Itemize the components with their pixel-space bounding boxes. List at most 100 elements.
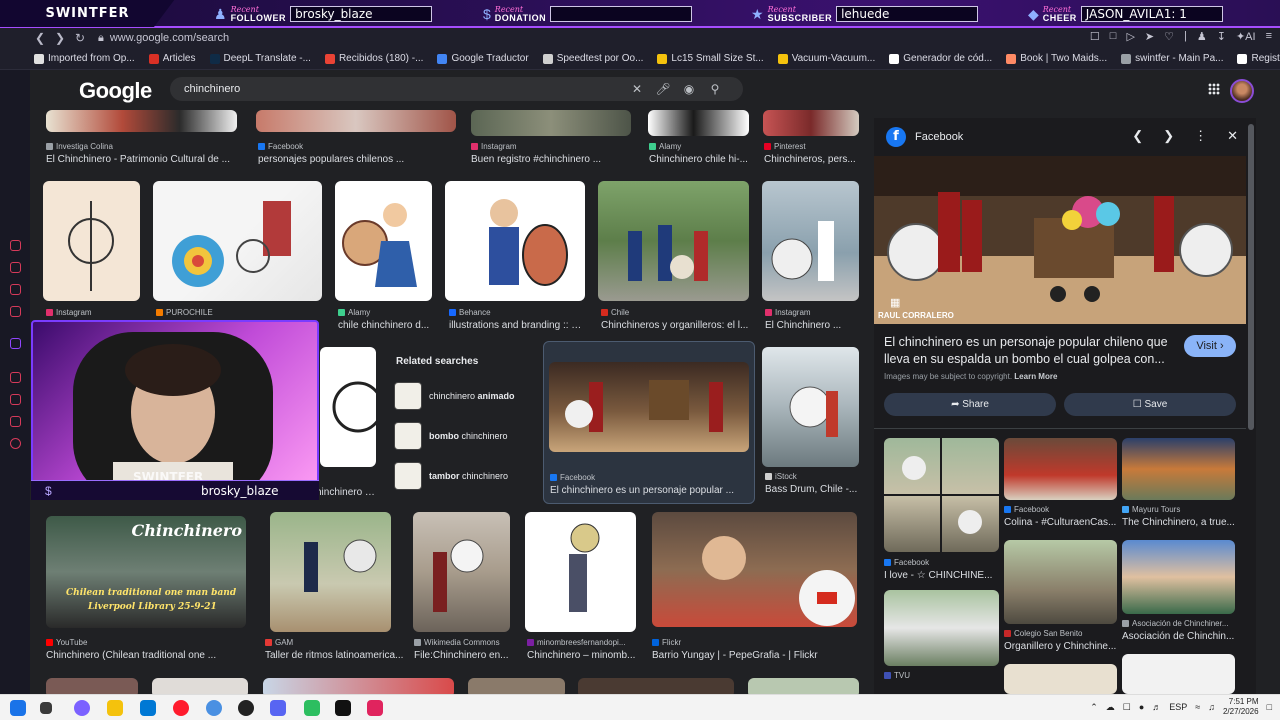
image-thumbnail[interactable] [468, 678, 565, 694]
app-icon[interactable] [367, 700, 383, 716]
bookmark-item[interactable]: Imported from Op... [34, 53, 135, 64]
speaker-icon[interactable]: ♬ [1152, 702, 1161, 712]
related-search-item[interactable]: tambor chinchinero [388, 456, 536, 496]
result-caption[interactable]: Investiga Colina El Chinchinero - Patrim… [46, 141, 237, 165]
task-view-icon[interactable] [40, 702, 52, 714]
file-explorer-icon[interactable] [107, 700, 123, 716]
download-icon[interactable]: ↧ [1217, 30, 1226, 43]
learn-more-link[interactable]: Learn More [1014, 372, 1057, 381]
image-thumbnail[interactable] [652, 512, 857, 627]
related-search-item[interactable]: chinchinero animado [388, 376, 536, 416]
network-icon[interactable]: ☐ [1123, 702, 1131, 713]
result-caption[interactable]: Facebook El chinchinero es un personaje … [550, 472, 748, 496]
result-caption[interactable]: PUROCHILE [156, 307, 321, 318]
result-caption[interactable]: Facebook personajes populares chilenos .… [258, 141, 458, 165]
bookmark-item[interactable]: Google Traductor [437, 53, 529, 64]
image-thumbnail[interactable] [270, 512, 391, 632]
image-thumbnail[interactable] [256, 110, 456, 132]
related-search-item[interactable]: bombo chinchinero [388, 416, 536, 456]
clock[interactable]: 7:51 PM 2/27/2026 [1223, 697, 1259, 717]
preview-source[interactable]: Facebook [915, 131, 963, 143]
whatsapp-icon[interactable] [10, 284, 21, 295]
notification-icon[interactable]: □ [1267, 702, 1272, 712]
windows-start-icon[interactable] [10, 700, 26, 716]
back-icon[interactable]: ❮ [30, 31, 50, 45]
result-caption[interactable]: minombreesfernandopi... Chinchinero – mi… [527, 637, 637, 661]
result-caption[interactable]: chinchinero d... [311, 485, 376, 498]
search-box[interactable]: ✕ 🎤︎ ◉ ⚲ [170, 77, 743, 101]
opera-icon[interactable] [173, 700, 189, 716]
search-input[interactable] [184, 83, 624, 95]
ai-icon[interactable]: ✦AI [1236, 30, 1256, 43]
lens-icon[interactable]: ◉ [676, 82, 702, 96]
result-caption[interactable]: Instagram Buen registro #chinchinero ... [471, 141, 631, 165]
image-thumbnail[interactable] [1122, 540, 1235, 614]
image-thumbnail[interactable] [1004, 540, 1117, 624]
bookmark-item[interactable]: Recibidos (180) -... [324, 53, 423, 64]
panel-scrollbar[interactable] [1248, 124, 1254, 430]
image-thumbnail[interactable] [598, 181, 749, 301]
image-thumbnail[interactable] [763, 110, 859, 136]
send-icon[interactable]: ➤ [1145, 30, 1154, 43]
image-thumbnail[interactable] [648, 110, 749, 136]
preview-description[interactable]: El chinchinero es un personaje popular c… [884, 334, 1174, 368]
image-thumbnail[interactable] [578, 678, 734, 694]
result-caption[interactable]: Instagram [46, 307, 141, 318]
result-caption[interactable]: iStock Bass Drum, Chile -... [765, 471, 860, 495]
bookmark-item[interactable]: Articles [148, 53, 196, 64]
image-thumbnail[interactable] [1004, 438, 1117, 500]
image-thumbnail[interactable] [525, 512, 636, 632]
tiktok-icon[interactable] [335, 700, 351, 716]
result-caption[interactable]: YouTube Chinchinero (Chilean traditional… [46, 637, 246, 661]
image-thumbnail[interactable] [445, 181, 585, 301]
store-icon[interactable] [140, 700, 156, 716]
prev-icon[interactable]: ❮ [1132, 128, 1143, 144]
account-avatar[interactable] [1230, 79, 1254, 103]
next-icon[interactable]: ❯ [1163, 128, 1174, 144]
result-caption[interactable]: Behance illustrations and branding :: B.… [449, 307, 585, 331]
bookmark-item[interactable]: Register Your LLC,... [1237, 53, 1280, 64]
preview-image[interactable]: ▦ RAUL CORRALERO [874, 156, 1246, 324]
lang-indicator[interactable]: ESP [1169, 702, 1187, 712]
bookmark-item[interactable]: Generador de cód... [889, 53, 992, 64]
profile-icon[interactable]: ♟ [1197, 30, 1207, 43]
mic-icon[interactable]: ● [1139, 702, 1144, 712]
result-caption[interactable]: Asociación de Chinchiner... Asociación d… [1122, 618, 1235, 642]
volume-icon[interactable]: ♫ [1208, 702, 1215, 712]
search-icon[interactable]: ⚲ [702, 82, 728, 96]
share-button[interactable]: ➦ Share [884, 393, 1056, 416]
bookmark-item[interactable]: Book | Two Maids... [1006, 53, 1107, 64]
messenger-icon[interactable] [10, 262, 21, 273]
snapshot-icon[interactable]: □ [1110, 30, 1117, 43]
chevron-up-icon[interactable]: ⌃ [1090, 702, 1098, 713]
result-caption[interactable]: GAM Taller de ritmos latinoamerica... [265, 637, 405, 661]
image-thumbnail[interactable] [1004, 664, 1117, 694]
image-thumbnail[interactable] [320, 347, 376, 467]
image-thumbnail[interactable] [549, 362, 749, 452]
result-caption[interactable]: Pinterest Chinchineros, pers... [764, 141, 860, 165]
image-thumbnail[interactable] [748, 678, 859, 694]
result-caption[interactable]: Instagram El Chinchinero ... [765, 307, 860, 331]
image-thumbnail[interactable] [1122, 654, 1235, 694]
image-thumbnail[interactable] [762, 181, 859, 301]
extensions-icon[interactable] [10, 416, 21, 427]
bookmark-item[interactable]: Lc15 Small Size St... [657, 53, 764, 64]
bookmark-icon[interactable]: ☐ [1090, 30, 1100, 43]
play-icon[interactable]: ▷ [1126, 30, 1134, 43]
bookmark-item[interactable]: swintfer - Main Pa... [1121, 53, 1223, 64]
close-icon[interactable]: ✕ [1227, 128, 1238, 144]
result-caption[interactable]: Mayuru Tours The Chinchinero, a true... [1122, 504, 1235, 528]
app-icon[interactable] [206, 700, 222, 716]
result-caption[interactable]: Wikimedia Commons File:Chinchinero en... [414, 637, 514, 661]
cloud-icon[interactable]: ☁ [1106, 702, 1115, 713]
image-thumbnail[interactable] [884, 438, 999, 552]
image-thumbnail[interactable] [263, 678, 454, 694]
apps-grid-icon[interactable] [1208, 83, 1220, 95]
image-thumbnail[interactable] [46, 678, 138, 694]
image-thumbnail[interactable]: Chinchinero Chilean traditional one man … [46, 516, 246, 628]
result-caption[interactable]: Facebook Colina - #CulturaenCas... [1004, 504, 1117, 528]
app-icon[interactable] [304, 700, 320, 716]
result-caption[interactable]: Facebook I love - ☆ CHINCHINE... [884, 557, 999, 581]
image-thumbnail[interactable] [335, 181, 432, 301]
result-caption[interactable]: Colegio San Benito Organillero y Chinchi… [1004, 628, 1117, 652]
